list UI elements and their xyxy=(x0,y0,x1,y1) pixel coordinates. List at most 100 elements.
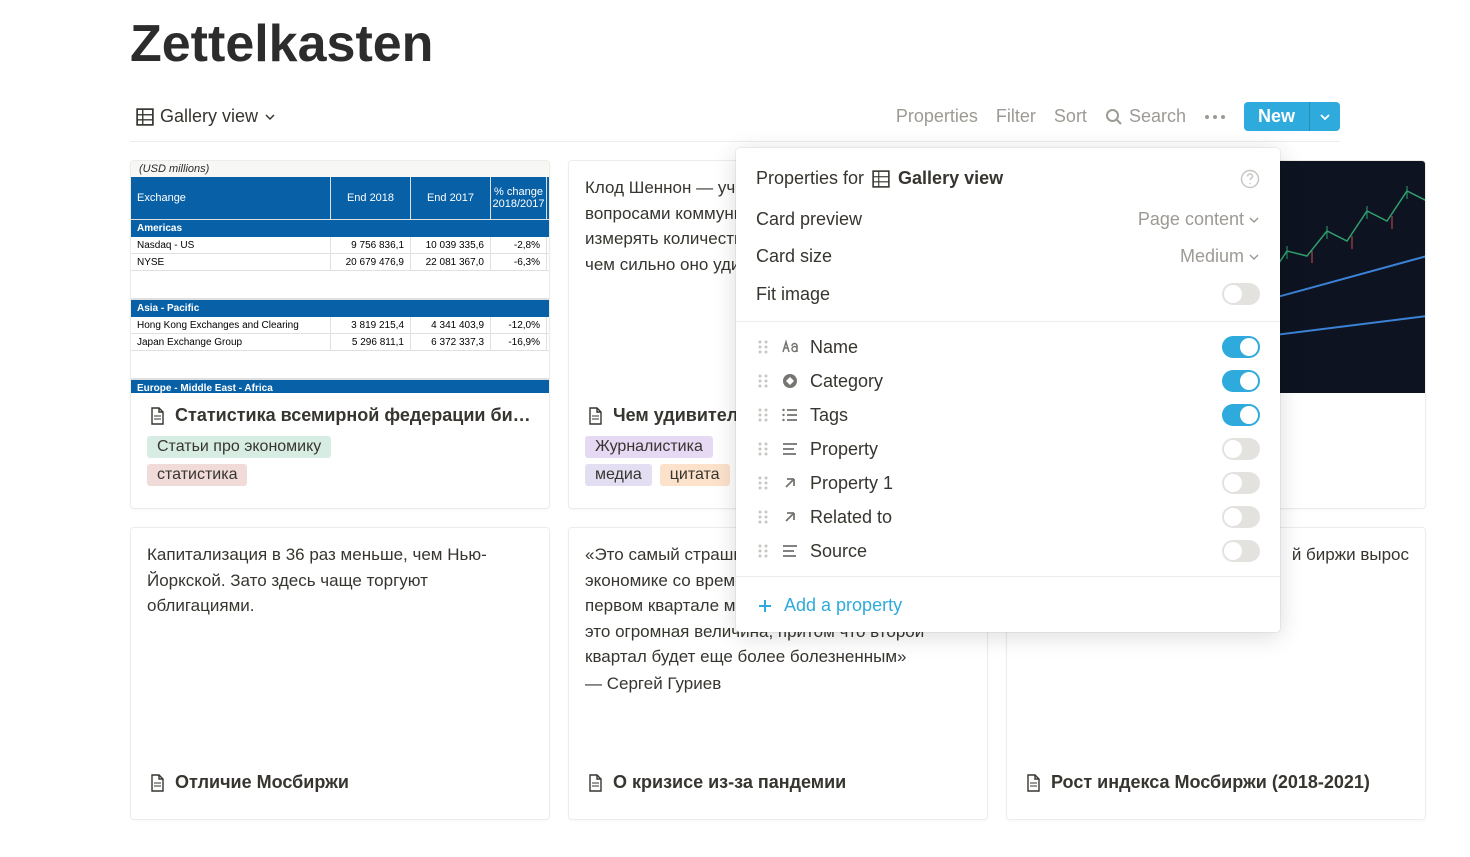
gallery-card[interactable]: (USD millions) Exchange End 2018 End 201… xyxy=(130,160,550,509)
page-title: Zettelkasten xyxy=(130,14,1340,74)
col-header: % change 2018/2017 xyxy=(491,177,547,219)
new-dropdown-button[interactable] xyxy=(1310,102,1340,131)
popover-header-view: Gallery view xyxy=(898,168,1003,189)
drag-handle-icon[interactable] xyxy=(756,338,770,356)
drag-handle-icon[interactable] xyxy=(756,406,770,424)
property-label: Property xyxy=(810,439,878,460)
col-header: Exchange xyxy=(131,177,331,219)
property-type-icon xyxy=(780,337,800,357)
table-section: Americas xyxy=(131,219,549,237)
popover-header-prefix: Properties for xyxy=(756,168,864,189)
page-icon xyxy=(147,773,167,793)
property-label: Related to xyxy=(810,507,892,528)
new-button-group: New xyxy=(1244,102,1340,131)
card-preview-text: Капитализация в 36 раз меньше, чем Нью-Й… xyxy=(131,528,549,633)
property-row[interactable]: Related to xyxy=(736,500,1280,534)
property-type-icon xyxy=(780,439,800,459)
property-label: Name xyxy=(810,337,858,358)
search-label: Search xyxy=(1129,106,1186,127)
tag: медиа xyxy=(585,464,652,486)
property-type-icon xyxy=(780,405,800,425)
page-icon xyxy=(585,773,605,793)
property-row[interactable]: Tags xyxy=(736,398,1280,432)
card-title: Отличие Мосбиржи xyxy=(175,772,349,793)
property-row[interactable]: Name xyxy=(736,330,1280,364)
card-preview-row[interactable]: Card preview Page content xyxy=(736,201,1280,238)
tag: статистика xyxy=(147,464,247,486)
add-property-button[interactable]: Add a property xyxy=(736,585,1280,616)
col-header: End 2018 xyxy=(331,177,411,219)
table-icon xyxy=(872,170,890,188)
property-toggle[interactable] xyxy=(1222,438,1260,460)
property-label: Property 1 xyxy=(810,473,893,494)
help-icon[interactable] xyxy=(1240,169,1260,189)
card-size-label: Card size xyxy=(756,246,832,267)
property-row[interactable]: Property 1 xyxy=(736,466,1280,500)
drag-handle-icon[interactable] xyxy=(756,542,770,560)
drag-handle-icon[interactable] xyxy=(756,508,770,526)
card-cover: (USD millions) Exchange End 2018 End 201… xyxy=(131,161,549,393)
add-property-label: Add a property xyxy=(784,595,902,616)
divider xyxy=(736,576,1280,577)
chevron-down-icon xyxy=(1248,214,1260,226)
fit-image-row[interactable]: Fit image xyxy=(736,275,1280,313)
tag: Статьи про экономику xyxy=(147,436,331,458)
property-label: Category xyxy=(810,371,883,392)
property-toggle[interactable] xyxy=(1222,506,1260,528)
tag: цитата xyxy=(660,464,730,486)
card-title: Рост индекса Мосбиржи (2018-2021) xyxy=(1051,772,1370,793)
property-row[interactable]: Category xyxy=(736,364,1280,398)
property-toggle[interactable] xyxy=(1222,336,1260,358)
property-type-icon xyxy=(780,371,800,391)
page-icon xyxy=(585,406,605,426)
property-row[interactable]: Property xyxy=(736,432,1280,466)
card-title: Статистика всемирной федерации би… xyxy=(175,405,531,426)
drag-handle-icon[interactable] xyxy=(756,372,770,390)
properties-button[interactable]: Properties xyxy=(896,106,978,127)
property-type-icon xyxy=(780,473,800,493)
drag-handle-icon[interactable] xyxy=(756,440,770,458)
property-label: Source xyxy=(810,541,867,562)
filter-button[interactable]: Filter xyxy=(996,106,1036,127)
cover-caption: (USD millions) xyxy=(131,161,549,177)
property-row[interactable]: Source xyxy=(736,534,1280,568)
chevron-down-icon xyxy=(1248,251,1260,263)
property-toggle[interactable] xyxy=(1222,540,1260,562)
property-toggle[interactable] xyxy=(1222,472,1260,494)
property-type-icon xyxy=(780,541,800,561)
card-preview-label: Card preview xyxy=(756,209,862,230)
gallery-card[interactable]: Капитализация в 36 раз меньше, чем Нью-Й… xyxy=(130,527,550,820)
table-section: Europe - Middle East - Africa xyxy=(131,379,549,393)
chevron-down-icon xyxy=(1319,111,1331,123)
plus-icon xyxy=(756,597,774,615)
card-title: О кризисе из-за пандемии xyxy=(613,772,846,793)
fit-image-label: Fit image xyxy=(756,284,830,305)
property-label: Tags xyxy=(810,405,848,426)
property-toggle[interactable] xyxy=(1222,404,1260,426)
card-size-value: Medium xyxy=(1180,246,1244,267)
card-size-row[interactable]: Card size Medium xyxy=(736,238,1280,275)
page-icon xyxy=(1023,773,1043,793)
card-preview-value: Page content xyxy=(1138,209,1244,230)
table-section: Asia - Pacific xyxy=(131,299,549,317)
search-icon xyxy=(1105,108,1123,126)
divider xyxy=(736,321,1280,322)
col-header: End 2017 xyxy=(411,177,491,219)
tag: Журналистика xyxy=(585,436,713,458)
table-icon xyxy=(136,108,154,126)
search-button[interactable]: Search xyxy=(1105,106,1186,127)
view-switcher-button[interactable]: Gallery view xyxy=(130,102,282,131)
more-options-button[interactable] xyxy=(1204,114,1226,120)
new-button[interactable]: New xyxy=(1244,102,1310,131)
card-cover: Капитализация в 36 раз меньше, чем Нью-Й… xyxy=(131,528,549,760)
drag-handle-icon[interactable] xyxy=(756,474,770,492)
view-switcher-label: Gallery view xyxy=(160,106,258,127)
page-icon xyxy=(147,406,167,426)
sort-button[interactable]: Sort xyxy=(1054,106,1087,127)
card-title: Чем удивител xyxy=(613,405,738,426)
property-type-icon xyxy=(780,507,800,527)
chevron-down-icon xyxy=(264,111,276,123)
fit-image-toggle[interactable] xyxy=(1222,283,1260,305)
card-preview-attribution: — Сергей Гуриев xyxy=(569,670,987,708)
property-toggle[interactable] xyxy=(1222,370,1260,392)
